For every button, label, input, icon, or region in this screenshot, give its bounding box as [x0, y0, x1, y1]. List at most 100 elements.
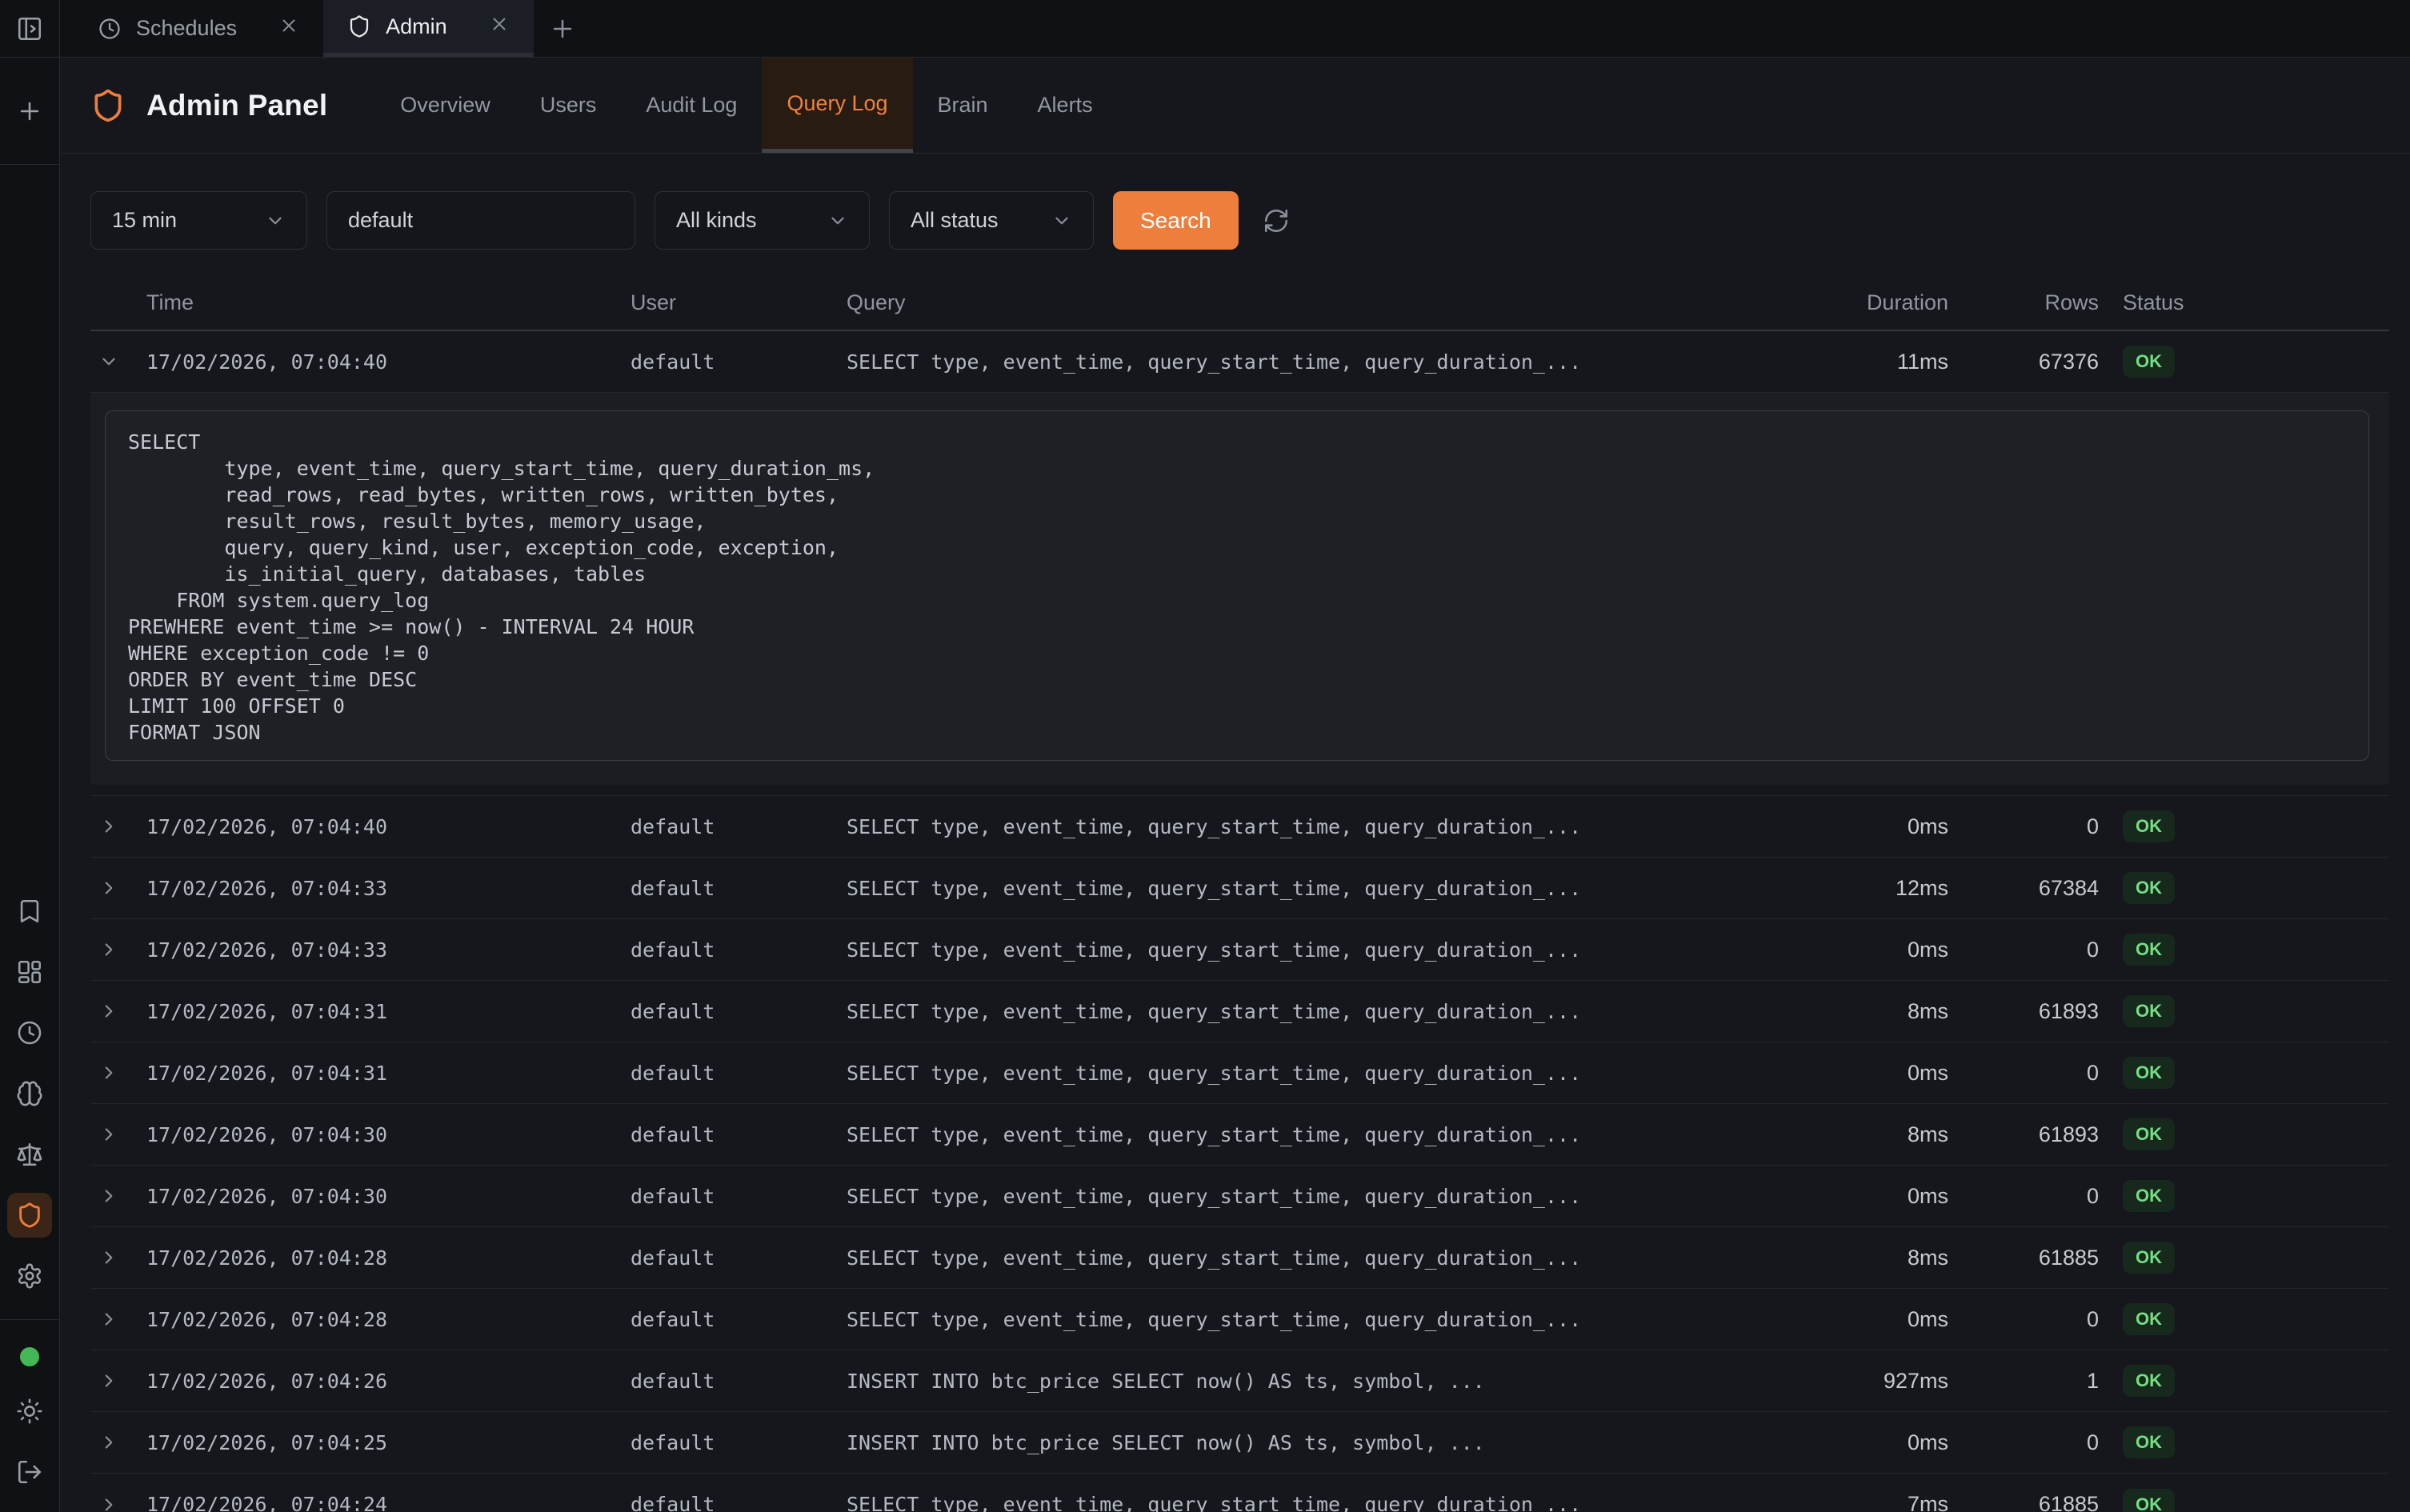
sidebar-add-button[interactable]: [7, 89, 52, 134]
chevron-right-icon[interactable]: [90, 1062, 146, 1083]
table-row[interactable]: 17/02/2026, 07:04:33 default SELECT type…: [90, 858, 2389, 919]
cell-rows: 67376: [1948, 350, 2099, 374]
chevron-right-icon[interactable]: [90, 1494, 146, 1512]
cell-rows: 0: [1948, 1061, 2099, 1086]
connection-status-dot: [20, 1347, 39, 1366]
time-range-select[interactable]: 15 min: [90, 191, 307, 250]
theme-toggle-button[interactable]: [7, 1389, 52, 1434]
table-row-expanded[interactable]: 17/02/2026, 07:04:40 default SELECT type…: [90, 331, 2389, 393]
sidebar-item-dashboard[interactable]: [7, 950, 52, 994]
cell-rows: 61885: [1948, 1492, 2099, 1512]
tab-label: Admin: [386, 14, 447, 39]
cell-user: default: [631, 1185, 847, 1208]
sidebar-item-bookmarks[interactable]: [7, 889, 52, 934]
nav-tab-alerts[interactable]: Alerts: [1013, 58, 1118, 153]
cell-rows: 0: [1948, 814, 2099, 839]
chevron-down-icon[interactable]: [90, 351, 146, 372]
chevron-right-icon[interactable]: [90, 1370, 146, 1391]
tab-admin[interactable]: Admin: [323, 0, 534, 57]
cell-time: 17/02/2026, 07:04:30: [146, 1123, 631, 1146]
cell-user: default: [631, 1123, 847, 1146]
page-title: Admin Panel: [146, 89, 327, 122]
cell-status: OK: [2099, 1118, 2389, 1150]
cell-rows: 67384: [1948, 876, 2099, 901]
cell-user: default: [631, 1062, 847, 1085]
cell-query: SELECT type, event_time, query_start_tim…: [847, 815, 1820, 838]
status-badge: OK: [2123, 1242, 2175, 1274]
tab-close-button[interactable]: [489, 14, 510, 40]
nav-tab-overview[interactable]: Overview: [375, 58, 515, 153]
refresh-button[interactable]: [1263, 207, 1290, 234]
chevron-right-icon[interactable]: [90, 1186, 146, 1206]
table-row[interactable]: 17/02/2026, 07:04:33 default SELECT type…: [90, 919, 2389, 981]
column-header-user: User: [631, 290, 847, 315]
table-row[interactable]: 17/02/2026, 07:04:30 default SELECT type…: [90, 1104, 2389, 1166]
cell-status: OK: [2099, 1180, 2389, 1212]
tab-strip: Schedules Admin: [60, 0, 2410, 58]
nav-tab-audit-log[interactable]: Audit Log: [621, 58, 762, 153]
cell-status: OK: [2099, 995, 2389, 1027]
sidebar-item-rules[interactable]: [7, 1132, 52, 1177]
chevron-right-icon[interactable]: [90, 939, 146, 960]
table-row[interactable]: 17/02/2026, 07:04:28 default SELECT type…: [90, 1289, 2389, 1350]
status-select[interactable]: All status: [889, 191, 1094, 250]
cell-duration: 0ms: [1820, 1307, 1948, 1332]
cell-rows: 0: [1948, 1184, 2099, 1209]
nav-tab-users[interactable]: Users: [515, 58, 622, 153]
sidebar-item-admin[interactable]: [7, 1193, 52, 1238]
status-badge: OK: [2123, 1118, 2175, 1150]
chevron-right-icon[interactable]: [90, 1247, 146, 1268]
table-row[interactable]: 17/02/2026, 07:04:28 default SELECT type…: [90, 1227, 2389, 1289]
status-badge: OK: [2123, 1489, 2175, 1512]
logout-button[interactable]: [7, 1450, 52, 1494]
table-row[interactable]: 17/02/2026, 07:04:24 default SELECT type…: [90, 1474, 2389, 1512]
chevron-right-icon[interactable]: [90, 816, 146, 837]
kind-select[interactable]: All kinds: [655, 191, 870, 250]
cell-rows: 0: [1948, 1307, 2099, 1332]
status-badge: OK: [2123, 934, 2175, 966]
chevron-right-icon[interactable]: [90, 1432, 146, 1453]
close-icon: [278, 15, 299, 36]
cell-user: default: [631, 350, 847, 374]
column-header-time: Time: [146, 290, 631, 315]
tab-schedules[interactable]: Schedules: [74, 0, 323, 57]
table-row[interactable]: 17/02/2026, 07:04:31 default SELECT type…: [90, 981, 2389, 1042]
nav-tab-brain[interactable]: Brain: [913, 58, 1013, 153]
chevron-right-icon[interactable]: [90, 878, 146, 898]
cell-user: default: [631, 1493, 847, 1512]
cell-time: 17/02/2026, 07:04:28: [146, 1246, 631, 1270]
user-filter-input[interactable]: [326, 191, 635, 250]
column-header-rows: Rows: [1948, 290, 2099, 315]
sidebar-item-schedules[interactable]: [7, 1010, 52, 1055]
table-row[interactable]: 17/02/2026, 07:04:30 default SELECT type…: [90, 1166, 2389, 1227]
table-row[interactable]: 17/02/2026, 07:04:25 default INSERT INTO…: [90, 1412, 2389, 1474]
table-row[interactable]: 17/02/2026, 07:04:26 default INSERT INTO…: [90, 1350, 2389, 1412]
tab-close-button[interactable]: [278, 15, 299, 42]
cell-query: SELECT type, event_time, query_start_tim…: [847, 1000, 1820, 1023]
sidebar-newtab-section: [0, 58, 59, 165]
clock-icon: [98, 17, 122, 41]
chevron-down-icon: [827, 210, 848, 231]
cell-query: SELECT type, event_time, query_start_tim…: [847, 1493, 1820, 1512]
refresh-icon: [1263, 207, 1290, 234]
sidebar-item-settings[interactable]: [7, 1254, 52, 1298]
icon-sidebar: [0, 0, 60, 1512]
cell-time: 17/02/2026, 07:04:28: [146, 1308, 631, 1331]
new-tab-button[interactable]: [534, 0, 591, 57]
sidebar-item-brain[interactable]: [7, 1071, 52, 1116]
table-row[interactable]: 17/02/2026, 07:04:31 default SELECT type…: [90, 1042, 2389, 1104]
shield-icon: [90, 88, 126, 123]
cell-time: 17/02/2026, 07:04:40: [146, 815, 631, 838]
chevron-right-icon[interactable]: [90, 1124, 146, 1145]
chevron-right-icon[interactable]: [90, 1309, 146, 1330]
nav-tab-query-log[interactable]: Query Log: [762, 58, 912, 153]
table-row[interactable]: 17/02/2026, 07:04:40 default SELECT type…: [90, 796, 2389, 858]
sidebar-toggle-button[interactable]: [7, 6, 52, 51]
column-header-query: Query: [847, 290, 1820, 315]
table-body: 17/02/2026, 07:04:40 default SELECT type…: [90, 796, 2389, 1512]
sidebar-icon-stack: [0, 889, 59, 1512]
chevron-right-icon[interactable]: [90, 1001, 146, 1022]
cell-duration: 0ms: [1820, 1430, 1948, 1455]
search-button[interactable]: Search: [1113, 191, 1239, 250]
cell-status: OK: [2099, 1426, 2389, 1458]
